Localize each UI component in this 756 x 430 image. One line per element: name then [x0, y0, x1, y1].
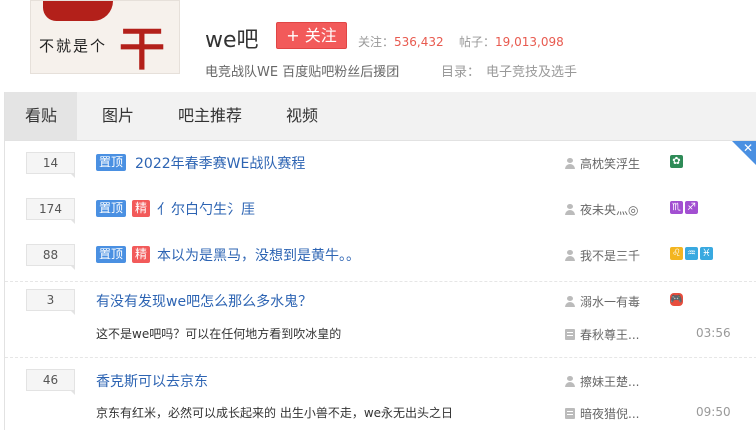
thread-row[interactable]: 3 有没有发现we吧怎么那么多水鬼？ 这不是we吧吗？可以在任何地方看到吹冰皇的… [5, 281, 756, 353]
post-count: 19,013,098 [495, 35, 564, 49]
thread-title[interactable]: 本以为是黑马，没想到是黄牛。。 [157, 245, 360, 265]
featured-badge: 精 [132, 200, 151, 217]
thread-list: ✕ 14 置顶 2022年春季赛WE战队赛程 高枕笑浮生 ✿ 174 置顶 精 … [4, 141, 756, 430]
tab-videos[interactable]: 视频 [271, 92, 333, 140]
directory-label: 目录： [441, 65, 481, 80]
medal-icon: ✿ [670, 155, 683, 168]
pinned-badge: 置顶 [96, 246, 127, 263]
tab-posts[interactable]: 看贴 [5, 92, 77, 140]
forum-name[interactable]: we吧 [205, 22, 259, 54]
last-reply-name[interactable]: 暗夜猎倪... [580, 407, 639, 421]
thread-row[interactable]: 88 置顶 精 本以为是黑马，没想到是黄牛。。 我不是三千 ♌ ♒ ♓ [5, 233, 756, 275]
thread-abstract: 这不是we吧吗？可以在任何地方看到吹冰皇的 [96, 327, 342, 341]
pinned-badge: 置顶 [96, 154, 127, 171]
author-name[interactable]: 夜未央灬◎ [580, 203, 638, 217]
pinned-badge: 置顶 [96, 200, 127, 217]
follow-button[interactable]: + 关注 [276, 22, 347, 49]
comment-icon [565, 329, 575, 340]
last-reply-user[interactable]: 春秋尊王... [565, 326, 639, 343]
thread-author[interactable]: 擦妹王楚... [565, 373, 639, 390]
forum-header: 不就是个 干 we吧 + 关注 关注：536,432 帖子：19,013,098… [0, 0, 756, 92]
thread-abstract: 京东有红米，必然可以成长起来的 出生小兽不走，we永无出头之日 [96, 406, 454, 420]
last-reply-time: 09:50 [696, 405, 731, 419]
gamepad-medal-icon: 🎮 [670, 293, 683, 306]
reply-count: 46 [26, 369, 75, 395]
follow-stat-label: 关注： [358, 35, 395, 49]
user-icon [565, 204, 575, 215]
post-stat-label: 帖子： [459, 35, 496, 49]
thread-author[interactable]: 我不是三千 [565, 247, 640, 264]
reply-count: 3 [26, 289, 75, 315]
follow-count: 536,432 [394, 35, 444, 49]
thread-row[interactable]: 174 置顶 精 亻尔白勺生氵厓 夜未央灬◎ ♏ ♐ [5, 187, 756, 229]
thread-row[interactable]: 46 香克斯可以去京东 京东有红米，必然可以成长起来的 出生小兽不走，we永无出… [5, 357, 756, 430]
follow-stat: 关注：536,432 [358, 33, 444, 50]
reply-count: 88 [26, 244, 75, 270]
leo-medal-icon: ♌ [670, 247, 683, 260]
author-name[interactable]: 我不是三千 [580, 249, 640, 263]
post-stat: 帖子：19,013,098 [459, 33, 564, 50]
comment-icon [565, 408, 575, 419]
thread-author[interactable]: 溺水一有毒 [565, 293, 640, 310]
forum-tab-bar: 看贴 图片 吧主推荐 视频 [4, 92, 756, 141]
thread-title[interactable]: 2022年春季赛WE战队赛程 [135, 153, 305, 173]
thread-title[interactable]: 香克斯可以去京东 [96, 371, 208, 391]
reply-count: 14 [26, 152, 75, 178]
tab-moderator-picks[interactable]: 吧主推荐 [165, 92, 255, 140]
thread-row[interactable]: 14 置顶 2022年春季赛WE战队赛程 高枕笑浮生 ✿ [5, 141, 756, 183]
last-reply-time: 03:56 [696, 326, 731, 340]
forum-slogan: 电竞战队WE 百度贴吧粉丝后援团 [205, 65, 400, 80]
logo-text: 不就是个 [39, 37, 108, 55]
author-name[interactable]: 溺水一有毒 [580, 295, 640, 309]
sagittarius-medal-icon: ♐ [685, 201, 698, 214]
forum-logo[interactable]: 不就是个 干 [30, 0, 180, 74]
reply-count: 174 [26, 198, 75, 224]
user-icon [565, 296, 575, 307]
author-name[interactable]: 高枕笑浮生 [580, 157, 640, 171]
thread-author[interactable]: 高枕笑浮生 [565, 155, 640, 172]
user-icon [565, 158, 575, 169]
thread-title[interactable]: 亻尔白勺生氵厓 [157, 199, 255, 219]
last-reply-user[interactable]: 暗夜猎倪... [565, 405, 639, 422]
tab-images[interactable]: 图片 [87, 92, 149, 140]
pisces-medal-icon: ♓ [700, 247, 713, 260]
last-reply-name[interactable]: 春秋尊王... [580, 328, 639, 342]
thread-title[interactable]: 有没有发现we吧怎么那么多水鬼？ [96, 291, 312, 311]
user-icon [565, 250, 575, 261]
logo-char: 干 [119, 22, 165, 74]
user-icon [565, 376, 575, 387]
thread-author[interactable]: 夜未央灬◎ [565, 201, 638, 218]
aquarius-medal-icon: ♒ [685, 247, 698, 260]
forum-directory: 目录： 电子竞技及选手 [441, 61, 577, 80]
scorpio-medal-icon: ♏ [670, 201, 683, 214]
directory-link[interactable]: 电子竞技及选手 [486, 65, 577, 80]
author-name[interactable]: 擦妹王楚... [580, 375, 639, 389]
logo-ink-blot [43, 1, 113, 21]
featured-badge: 精 [132, 246, 151, 263]
